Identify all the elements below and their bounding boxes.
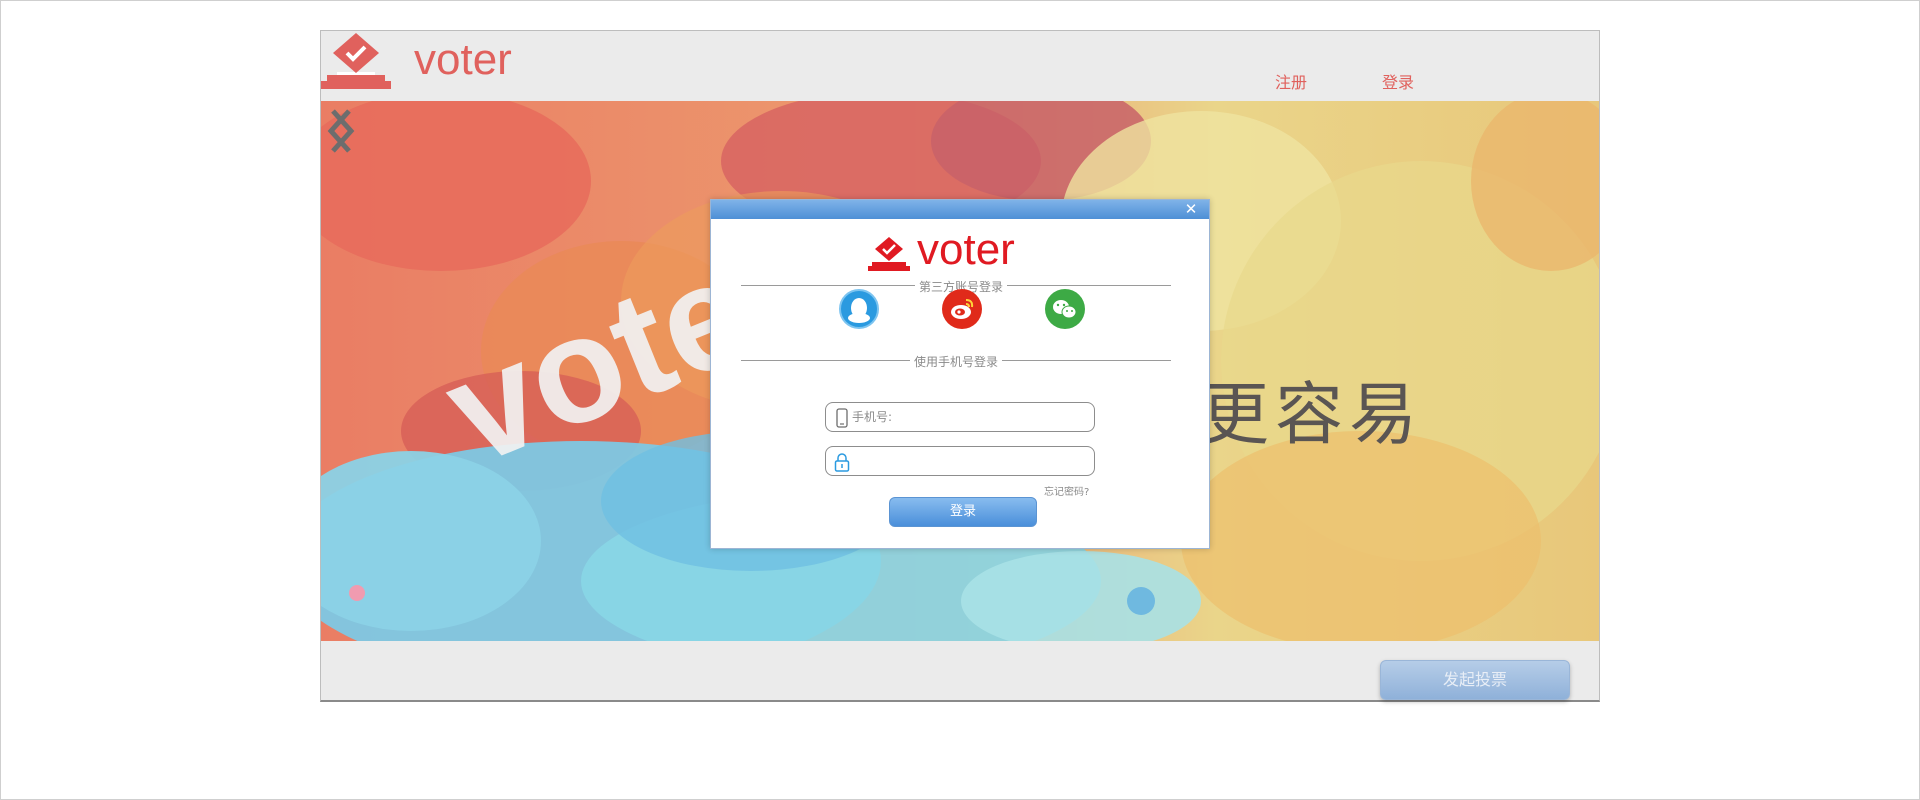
ballot-box-logo-icon bbox=[321, 33, 391, 89]
modal-titlebar: ✕ bbox=[711, 200, 1209, 219]
forgot-password-link[interactable]: 忘记密码? bbox=[1044, 483, 1089, 498]
site-header: voter 注册 登录 bbox=[321, 31, 1599, 101]
qq-icon bbox=[848, 298, 870, 323]
weibo-login-button[interactable] bbox=[942, 289, 982, 329]
nav-register-link[interactable]: 注册 bbox=[1275, 69, 1307, 93]
start-vote-button[interactable]: 发起投票 bbox=[1380, 660, 1570, 700]
password-field bbox=[825, 446, 1095, 476]
login-modal: ✕ voter 第三方账号登录 使用手机号登录 手机号: 忘记密码? 登录 bbox=[710, 199, 1210, 549]
phone-login-label: 使用手机号登录 bbox=[910, 353, 1003, 370]
lock-icon bbox=[834, 453, 850, 472]
ballot-box-logo-icon bbox=[868, 237, 910, 271]
close-icon[interactable]: ✕ bbox=[1183, 200, 1199, 219]
site-logo-text: voter bbox=[414, 35, 512, 84]
login-button[interactable]: 登录 bbox=[889, 497, 1037, 527]
phone-field bbox=[825, 402, 1095, 432]
chevron-right-icon[interactable] bbox=[321, 101, 361, 161]
nav-login-link[interactable]: 登录 bbox=[1382, 69, 1414, 93]
weibo-icon bbox=[951, 299, 974, 319]
wechat-login-button[interactable] bbox=[1045, 289, 1085, 329]
phone-input[interactable] bbox=[852, 406, 1088, 428]
modal-logo-text: voter bbox=[917, 225, 1015, 274]
password-input[interactable] bbox=[852, 450, 1088, 472]
wechat-icon bbox=[1053, 300, 1077, 319]
banner-tagline: 更容易 bbox=[1201, 376, 1424, 455]
qq-login-button[interactable] bbox=[839, 289, 879, 329]
phone-icon bbox=[836, 408, 848, 428]
